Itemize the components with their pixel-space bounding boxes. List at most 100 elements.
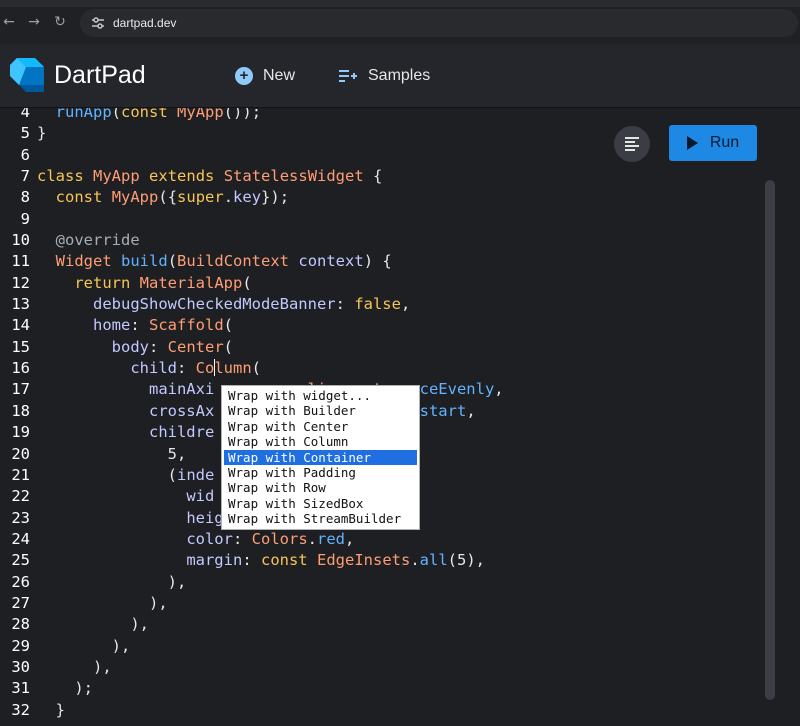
code-token: } (37, 700, 65, 719)
code-token: build (121, 252, 168, 271)
line-number: 10 (11, 231, 30, 250)
url-text[interactable]: dartpad.dev (113, 15, 176, 31)
line-source[interactable]: heig (37, 508, 223, 529)
code-token: @override (55, 231, 140, 250)
play-icon (686, 136, 698, 150)
code-token: : (232, 529, 252, 548)
line-source[interactable]: return MaterialApp( (37, 273, 251, 294)
playlist-add-icon (339, 70, 357, 82)
code-token: red (317, 529, 345, 548)
code-token: , (466, 401, 476, 420)
autocomplete-item[interactable]: Wrap with Container (224, 449, 417, 465)
code-token: . (307, 529, 317, 548)
code-token: ({ (158, 188, 178, 207)
line-number: 26 (11, 572, 30, 591)
autocomplete-item[interactable]: Wrap with Center (222, 419, 419, 434)
autocomplete-popup: Wrap with widget... Wrap with Builder Wrap… (221, 385, 420, 530)
autocomplete-item[interactable]: Wrap with Row (222, 480, 419, 495)
new-button[interactable]: + New (235, 64, 295, 88)
site-settings-icon[interactable] (90, 15, 106, 31)
code-token: childre (148, 423, 215, 442)
code-token: margin (186, 551, 243, 570)
editor-scrollbar[interactable] (765, 180, 775, 700)
line-number: 14 (11, 316, 30, 335)
code-token: : (130, 316, 149, 335)
line-number: 15 (11, 337, 30, 356)
code-token: ) { (363, 252, 392, 271)
code-token: Center (167, 337, 224, 356)
format-lines-icon (625, 137, 639, 151)
autocomplete-item[interactable]: Wrap with StreamBuilder (222, 511, 419, 526)
code-token: . (223, 188, 234, 207)
line-source[interactable]: ), (37, 657, 112, 678)
line-source[interactable]: ); (37, 678, 93, 699)
line-source[interactable]: body: Center( (37, 337, 233, 358)
code-token: inde (176, 465, 215, 484)
autocomplete-item[interactable]: Wrap with widget... (222, 388, 419, 403)
line-source[interactable]: child: Column( (37, 358, 261, 379)
line-source[interactable]: ), (37, 614, 149, 635)
line-number: 24 (11, 529, 30, 548)
code-token: , (400, 295, 411, 314)
line-source[interactable]: childre (37, 422, 214, 443)
line-source[interactable]: @override (37, 230, 140, 251)
code-token: ), (37, 572, 187, 591)
line-source[interactable]: const MyApp({super.key}); (37, 187, 289, 208)
code-token: mainAxi (148, 380, 215, 399)
code-token: Scaffold (149, 316, 224, 335)
line-source[interactable]: class MyApp extends StatelessWidget { (37, 166, 382, 187)
format-button[interactable] (614, 126, 650, 162)
autocomplete-item[interactable]: Wrap with Column (222, 434, 419, 449)
code-token: debugShowCheckedModeBanner (93, 295, 336, 314)
line-source[interactable]: 5, (37, 444, 187, 465)
run-button[interactable]: Run (669, 125, 757, 161)
autocomplete-item[interactable]: Wrap with Padding (222, 465, 419, 480)
line-source[interactable]: color: Colors.red, (37, 529, 354, 550)
line-source[interactable]: ), (37, 572, 187, 593)
code-token: ), (37, 615, 149, 634)
code-editor[interactable]: 4 runApp(const MyApp()); 5} 6 7 class MyApp … (0, 108, 800, 726)
line-source[interactable]: } (37, 123, 46, 144)
line-source[interactable]: debugShowCheckedModeBanner: false, (37, 294, 410, 315)
line-source[interactable]: ), (37, 593, 168, 614)
samples-button[interactable]: Samples (338, 64, 430, 88)
code-token: (5), (447, 551, 485, 570)
code-token: all (419, 551, 448, 570)
code-token: . (410, 551, 420, 570)
address-bar[interactable]: dartpad.dev (80, 9, 798, 37)
code-token: : (242, 551, 261, 570)
code-token: , (494, 380, 504, 399)
code-token: false (354, 295, 401, 314)
arrow-right-icon[interactable]: → (25, 13, 43, 31)
line-number: 32 (11, 700, 30, 719)
autocomplete-item[interactable]: Wrap with Builder (222, 403, 419, 418)
line-source[interactable]: (inde (37, 465, 215, 486)
code-token: : (335, 295, 355, 314)
line-source[interactable]: ), (37, 636, 131, 657)
code-token: ), (37, 636, 131, 655)
line-source[interactable]: runApp(const MyApp()); (37, 108, 261, 123)
line-source[interactable]: margin: const EdgeInsets.all(5), (37, 550, 485, 571)
arrow-left-icon[interactable]: ← (0, 13, 18, 31)
code-token: BuildContext (177, 252, 290, 271)
line-source[interactable]: } (37, 700, 65, 721)
line-source[interactable]: wid (37, 486, 214, 507)
line-source[interactable]: Widget build(BuildContext context) { (37, 251, 392, 272)
code-token: lumn (214, 359, 252, 378)
autocomplete-item[interactable]: Wrap with SizedBox (222, 496, 419, 511)
code-token: ( (223, 316, 233, 335)
line-source[interactable]: home: Scaffold( (37, 315, 233, 336)
code-token: MyApp (93, 167, 140, 186)
app-header: DartPad + New Samples (0, 44, 800, 108)
line-number: 12 (11, 273, 30, 292)
code-token: ( (37, 465, 177, 484)
reload-icon[interactable]: ↻ (51, 13, 69, 31)
